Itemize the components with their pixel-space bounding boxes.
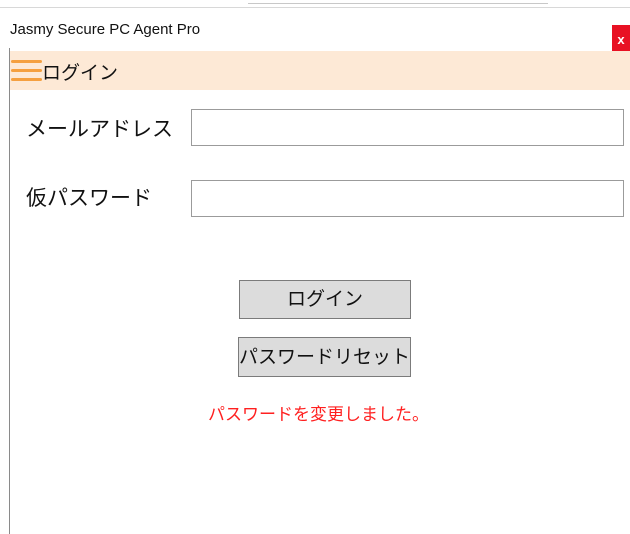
close-icon: x <box>617 32 625 47</box>
title-bar[interactable]: Jasmy Secure PC Agent Pro x <box>0 8 630 54</box>
login-button[interactable]: ログイン <box>239 280 411 319</box>
app-window: Jasmy Secure PC Agent Pro x ログイン メールアドレス… <box>0 0 630 534</box>
temp-password-field[interactable] <box>191 180 624 217</box>
email-field[interactable] <box>191 109 624 146</box>
window-title: Jasmy Secure PC Agent Pro <box>10 21 201 38</box>
password-reset-button[interactable]: パスワードリセット <box>238 337 411 377</box>
email-label: メールアドレス <box>26 117 173 141</box>
temp-password-label: 仮パスワード <box>26 186 152 210</box>
close-button[interactable]: x <box>612 25 630 54</box>
status-message: パスワードを変更しました。 <box>208 405 429 425</box>
hamburger-menu-icon[interactable] <box>10 58 44 84</box>
window-top-edge <box>0 0 630 8</box>
page-title: ログイン <box>42 62 119 84</box>
window-left-edge <box>9 48 10 534</box>
page-header: ログイン <box>10 51 630 90</box>
